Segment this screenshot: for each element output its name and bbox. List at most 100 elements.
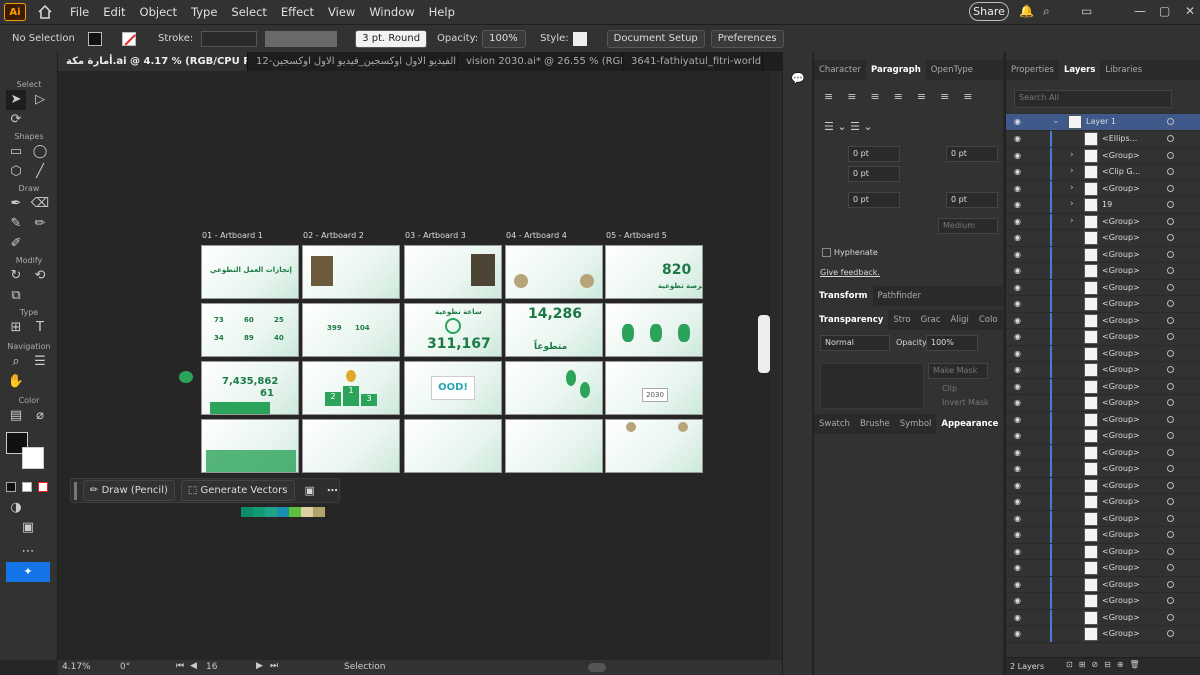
tab-character[interactable]: Character [814, 60, 866, 80]
tab-color[interactable]: Colo [974, 310, 1003, 330]
layer-name[interactable]: <Group> [1102, 349, 1140, 358]
layer-name[interactable]: <Group> [1102, 283, 1140, 292]
line-tool-icon[interactable]: ╱ [30, 162, 50, 182]
more-options-icon[interactable]: ⋯ [327, 484, 338, 497]
layer-row[interactable]: ◉ ⌄ Layer 1 [1006, 114, 1200, 131]
layer-name[interactable]: <Group> [1102, 547, 1140, 556]
target-circle-icon[interactable] [1167, 283, 1174, 291]
target-circle-icon[interactable] [1167, 135, 1174, 142]
tab-paragraph[interactable]: Paragraph [865, 60, 926, 80]
visibility-eye-icon[interactable]: ◉ [1014, 580, 1024, 590]
lasso-tool-icon[interactable]: ⟳ [6, 110, 26, 130]
last-artboard-icon[interactable]: ⏭ [270, 661, 278, 671]
canvas-area[interactable]: 01 - Artboard 1 02 - Artboard 2 03 - Art… [58, 71, 770, 660]
share-button[interactable]: Share [969, 2, 1009, 21]
arrange-icon[interactable]: ▭ [1081, 4, 1092, 18]
direct-selection-tool-icon[interactable]: ▷ [30, 90, 50, 110]
artboard-slide[interactable]: إنجازات العمل التطوعي [201, 245, 299, 299]
space-before-field[interactable]: 0 pt [848, 192, 900, 208]
tab-layers[interactable]: Layers [1058, 60, 1101, 80]
type-tool-icon[interactable]: T [30, 318, 50, 338]
tab-opentype[interactable]: OpenType [926, 60, 978, 80]
tab-libraries[interactable]: Libraries [1100, 60, 1147, 80]
visibility-eye-icon[interactable]: ◉ [1014, 250, 1024, 260]
menu-window[interactable]: Window [369, 5, 414, 19]
shape-builder-tool-icon[interactable]: ⧉ [6, 286, 26, 306]
visibility-eye-icon[interactable]: ◉ [1014, 431, 1024, 441]
tab-doc-4[interactable]: 3641-fathiyatul_fitri-world [623, 52, 763, 71]
swatch[interactable] [289, 507, 301, 517]
artboard-tool-icon[interactable]: ✋ [6, 372, 26, 392]
layer-name[interactable]: <Group> [1102, 233, 1140, 242]
bell-icon[interactable]: 🔔 [1019, 4, 1034, 18]
target-circle-icon[interactable] [1167, 168, 1174, 175]
artboard-slide[interactable]: 2 1 3 [302, 361, 400, 415]
drag-handle[interactable] [74, 481, 77, 500]
artboard-slide[interactable]: 2030 [605, 361, 703, 415]
layer-row[interactable]: ◉ <Group> [1006, 296, 1200, 313]
layer-row[interactable]: ◉ <Group> [1006, 560, 1200, 577]
hand-tool-icon[interactable]: ☰ [30, 352, 50, 372]
visibility-eye-icon[interactable]: ◉ [1014, 117, 1024, 127]
left-indent-field[interactable]: 0 pt [848, 146, 900, 162]
tab-stroke[interactable]: Stro [888, 310, 915, 330]
layer-row[interactable]: ◉ <Group> [1006, 428, 1200, 445]
menu-view[interactable]: View [328, 5, 355, 19]
artboard-number[interactable]: 16 [206, 662, 217, 672]
swatch[interactable] [241, 507, 253, 517]
visibility-eye-icon[interactable]: ◉ [1014, 365, 1024, 375]
artboard-slide[interactable] [505, 361, 603, 415]
visibility-eye-icon[interactable]: ◉ [1014, 481, 1024, 491]
stray-ellipse[interactable] [179, 371, 193, 383]
tab-doc-2[interactable]: 12-الفيديو الاول اوكسجين_فيديو الاول اوك… [248, 52, 458, 71]
gradient-mode-icon[interactable] [22, 482, 32, 492]
person-illustration[interactable] [758, 315, 770, 373]
layer-row[interactable]: ◉ <Group> [1006, 279, 1200, 296]
color-mode-icon[interactable] [6, 482, 16, 492]
search-icon[interactable]: ⌕ [1043, 4, 1050, 19]
more-tools-icon[interactable]: ⋯ [18, 542, 38, 562]
chevron-right-icon[interactable]: › [1070, 216, 1074, 226]
layer-row[interactable]: ◉ <Group> [1006, 362, 1200, 379]
gradient-tool-icon[interactable]: ▤ [6, 406, 26, 426]
target-circle-icon[interactable] [1167, 151, 1174, 159]
target-circle-icon[interactable] [1167, 267, 1174, 274]
tab-transform[interactable]: Transform [814, 286, 873, 306]
zoom-tool-icon[interactable]: ⌕ [6, 352, 26, 372]
stroke-color-icon[interactable] [22, 447, 44, 469]
tab-align[interactable]: Aligi [946, 310, 974, 330]
target-circle-icon[interactable] [1167, 597, 1174, 604]
target-circle-icon[interactable] [1167, 300, 1174, 307]
target-circle-icon[interactable] [1167, 316, 1174, 324]
swatch[interactable] [253, 507, 265, 517]
layer-row[interactable]: ◉ <Group> [1006, 263, 1200, 280]
first-artboard-icon[interactable]: ⏮ [176, 661, 184, 671]
generative-ai-icon[interactable]: ✦ [6, 562, 50, 582]
style-swatch[interactable] [572, 31, 587, 46]
layer-name[interactable]: <Group> [1102, 530, 1140, 539]
tab-properties[interactable]: Properties [1006, 60, 1059, 80]
target-circle-icon[interactable] [1167, 349, 1174, 357]
maximize-icon[interactable]: ▢ [1159, 4, 1170, 18]
layer-name[interactable]: <Group> [1102, 184, 1140, 193]
visibility-eye-icon[interactable]: ◉ [1014, 563, 1024, 573]
layer-row[interactable]: ◉ <Group> [1006, 510, 1200, 527]
menu-object[interactable]: Object [140, 5, 177, 19]
rectangle-tool-icon[interactable]: ▭ [6, 142, 26, 162]
layer-row[interactable]: ◉ <Ellips... [1006, 131, 1200, 148]
space-after-field[interactable]: 0 pt [946, 192, 998, 208]
artboard-slide[interactable]: 73 60 25 34 89 40 [201, 303, 299, 357]
visibility-eye-icon[interactable]: ◉ [1014, 530, 1024, 540]
layer-name[interactable]: <Group> [1102, 250, 1140, 259]
visibility-eye-icon[interactable]: ◉ [1014, 497, 1024, 507]
layer-row[interactable]: ◉ <Group> [1006, 609, 1200, 626]
artboard-slide[interactable] [302, 419, 400, 473]
blend-mode-dropdown[interactable]: Normal [820, 335, 890, 351]
swatch[interactable] [313, 507, 325, 517]
layer-row[interactable]: ◉ <Group> [1006, 246, 1200, 263]
chevron-right-icon[interactable]: › [1070, 183, 1074, 193]
layer-name[interactable]: <Group> [1102, 514, 1140, 523]
layer-row[interactable]: ◉ › <Group> [1006, 180, 1200, 197]
layer-row[interactable]: ◉ <Group> [1006, 576, 1200, 593]
kashida-dropdown[interactable]: Medium [938, 218, 998, 234]
